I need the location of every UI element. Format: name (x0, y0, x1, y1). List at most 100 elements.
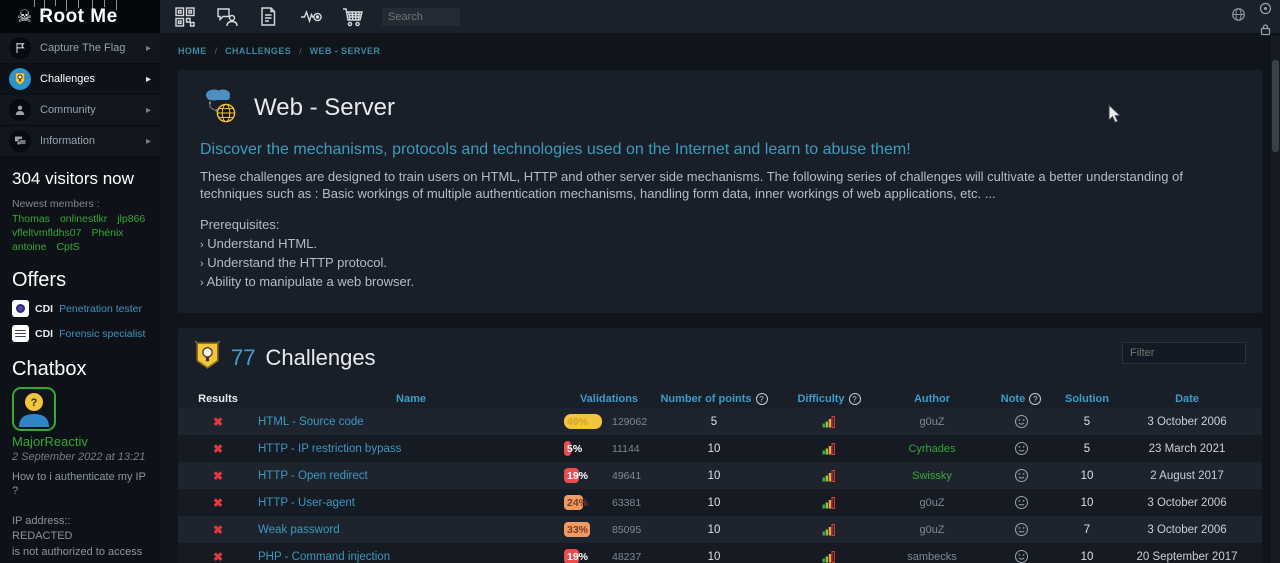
challenge-link[interactable]: HTML - Source code (258, 416, 364, 428)
sidebar-item-label: Information (40, 135, 137, 147)
validation-percentage-badge: 19% (564, 549, 612, 563)
breadcrumb-item[interactable]: HOME (178, 46, 207, 56)
author-link[interactable]: Swissky (912, 470, 952, 482)
search-input[interactable] (382, 8, 460, 26)
member-link[interactable]: Phénix (91, 227, 123, 239)
app-logo[interactable]: ☠ Root Me (0, 0, 160, 33)
not-solved-icon: ✖ (213, 415, 223, 429)
sidebar-item-challenges[interactable]: Challenges ▸ (0, 64, 160, 95)
skull-logo-icon: ☠ (17, 8, 32, 25)
target-circle-icon[interactable] (1259, 2, 1272, 20)
challenges-count: 77 (231, 345, 255, 371)
solution-count: 5 (1062, 435, 1112, 462)
points-value: 5 (654, 408, 774, 435)
category-summary-card: Web - Server Discover the mechanisms, pr… (178, 70, 1262, 313)
challenge-link[interactable]: Weak password (258, 524, 340, 536)
note-smile-icon (980, 435, 1062, 462)
sidebar-item-community[interactable]: Community ▸ (0, 95, 160, 126)
author-link[interactable]: sambecks (907, 551, 957, 563)
column-header-res[interactable]: Results (178, 393, 258, 405)
offer-item[interactable]: CDI Forensic specialist (12, 325, 148, 342)
difficulty-icon (774, 489, 884, 516)
not-solved-icon: ✖ (213, 496, 223, 510)
challenge-link[interactable]: HTTP - IP restriction bypass (258, 443, 401, 455)
help-icon[interactable]: ? (849, 393, 861, 405)
author-link[interactable]: g0uZ (919, 497, 944, 509)
activity-pulse-icon[interactable] (298, 4, 324, 30)
offer-contract-type: CDI (35, 303, 53, 315)
newest-members-label: Newest members : (12, 198, 148, 210)
validation-count: 48237 (612, 551, 641, 563)
logo-title: Root Me (39, 6, 117, 28)
validation-percentage-badge: 5% (564, 441, 612, 456)
community-chat-icon[interactable] (214, 4, 240, 30)
solution-count: 10 (1062, 462, 1112, 489)
challenge-link[interactable]: HTTP - User-agent (258, 497, 355, 509)
challenge-link[interactable]: PHP - Command injection (258, 551, 390, 563)
offer-link[interactable]: Forensic specialist (59, 328, 145, 340)
difficulty-icon (774, 435, 884, 462)
offer-item[interactable]: CDI Penetration tester (12, 300, 148, 317)
member-link[interactable]: CptS (56, 241, 79, 253)
lock-icon[interactable] (1259, 23, 1272, 41)
member-link[interactable]: Thomas (12, 213, 50, 225)
language-globe-icon[interactable] (1231, 7, 1246, 27)
bullet-icon: › (200, 277, 204, 289)
chevron-right-icon: ▸ (146, 43, 151, 54)
challenge-link[interactable]: HTTP - Open redirect (258, 470, 368, 482)
members-list: Thomas onlinestlkr jlp866 vfleltvmfldhs07 Ph… (12, 213, 148, 253)
author-link[interactable]: Cyrhades (908, 443, 955, 455)
points-value: 10 (654, 435, 774, 462)
shop-cart-icon[interactable] (340, 4, 366, 30)
column-header-date[interactable]: Date (1112, 393, 1262, 405)
browser-edge-icons (1259, 2, 1272, 41)
breadcrumb-item[interactable]: WEB - SERVER (310, 46, 381, 56)
sidebar-item-capture-the-flag[interactable]: Capture The Flag ▸ (0, 33, 160, 64)
solution-count: 10 (1062, 543, 1112, 563)
not-solved-icon: ✖ (213, 550, 223, 563)
member-link[interactable]: jlp866 (117, 213, 145, 225)
breadcrumb-item[interactable]: CHALLENGES (225, 46, 291, 56)
not-solved-icon: ✖ (213, 442, 223, 456)
sidebar-item-information[interactable]: Information ▸ (0, 126, 160, 157)
help-icon[interactable]: ? (1029, 393, 1041, 405)
solution-count: 5 (1062, 408, 1112, 435)
author-link[interactable]: g0uZ (919, 416, 944, 428)
help-icon[interactable]: ? (756, 393, 768, 405)
filter-input[interactable] (1122, 342, 1246, 364)
challenge-date: 2 August 2017 (1112, 462, 1262, 489)
chat-message-line: REDACTED (12, 530, 148, 544)
documentation-icon[interactable] (256, 4, 282, 30)
validation-percentage-badge: 19% (564, 468, 612, 483)
difficulty-icon (774, 408, 884, 435)
member-link[interactable]: antoine (12, 241, 46, 253)
person-icon (9, 99, 31, 121)
column-header-note[interactable]: Note? (980, 393, 1062, 405)
member-link[interactable]: onlinestlkr (60, 213, 107, 225)
column-header-auth[interactable]: Author (884, 393, 980, 405)
offer-link[interactable]: Penetration tester (59, 303, 142, 315)
challenges-grid-icon[interactable] (172, 4, 198, 30)
chat-username[interactable]: MajorReactiv (12, 434, 148, 449)
validation-count: 85095 (612, 524, 641, 536)
solution-count: 10 (1062, 489, 1112, 516)
screens-icon (9, 130, 31, 152)
column-header-sol[interactable]: Solution (1062, 393, 1112, 405)
column-header-pts[interactable]: Number of points? (654, 393, 774, 405)
not-solved-icon: ✖ (213, 469, 223, 483)
category-subtitle: Discover the mechanisms, protocols and t… (200, 141, 1240, 159)
points-value: 10 (654, 543, 774, 563)
column-header-val[interactable]: Validations (564, 393, 654, 405)
avatar[interactable]: ? (12, 387, 56, 431)
scrollbar-thumb[interactable] (1272, 60, 1279, 152)
prerequisites-list: › Understand HTML.› Understand the HTTP … (200, 236, 1240, 289)
table-row: ✖HTML - Source code49%1290625g0uZ53 Octo… (178, 408, 1262, 435)
column-header-name[interactable]: Name (258, 393, 564, 405)
column-header-diff[interactable]: Difficulty? (774, 393, 884, 405)
member-link[interactable]: vfleltvmfldhs07 (12, 227, 81, 239)
chatbox-title: Chatbox (12, 358, 148, 381)
author-link[interactable]: g0uZ (919, 524, 944, 536)
topbar (160, 0, 1280, 33)
scrollbar-track[interactable] (1271, 36, 1280, 563)
svg-text:?: ? (31, 397, 38, 409)
